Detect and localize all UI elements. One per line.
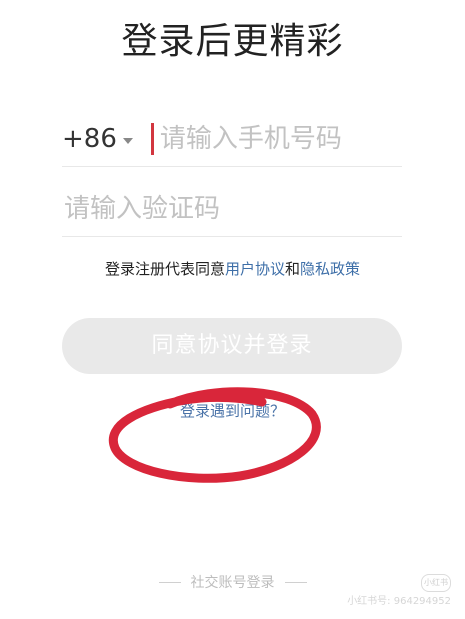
chevron-down-icon: [122, 137, 133, 144]
agree-and-login-button[interactable]: 同意协议并登录: [62, 318, 402, 374]
phone-input[interactable]: [157, 123, 382, 155]
agreement-conjunction: 和: [285, 260, 301, 278]
divider-line-left: [158, 581, 181, 583]
phone-field-row: +86: [62, 112, 402, 167]
agreement-text: 登录注册代表同意用户协议和隐私政策: [0, 258, 465, 279]
verification-code-input[interactable]: [62, 193, 366, 225]
privacy-policy-link[interactable]: 隐私政策: [300, 260, 360, 278]
watermark-badge: 小红书: [421, 574, 451, 592]
login-help-link[interactable]: 登录遇到问题？: [0, 400, 465, 421]
country-code-label: +86: [62, 124, 117, 154]
country-code-selector[interactable]: +86: [62, 124, 133, 154]
verification-field-row: [62, 182, 402, 237]
social-login-divider: 社交账号登录: [0, 572, 465, 592]
page-title: 登录后更精彩: [121, 21, 344, 62]
agreement-prefix: 登录注册代表同意: [104, 260, 225, 278]
social-login-label[interactable]: 社交账号登录: [191, 572, 275, 592]
text-cursor: [150, 123, 154, 155]
watermark-text: 小红书号: 964294952: [347, 596, 451, 607]
divider-line-right: [284, 581, 307, 583]
red-circle-annotation: [108, 387, 321, 483]
user-agreement-link[interactable]: 用户协议: [225, 260, 285, 278]
